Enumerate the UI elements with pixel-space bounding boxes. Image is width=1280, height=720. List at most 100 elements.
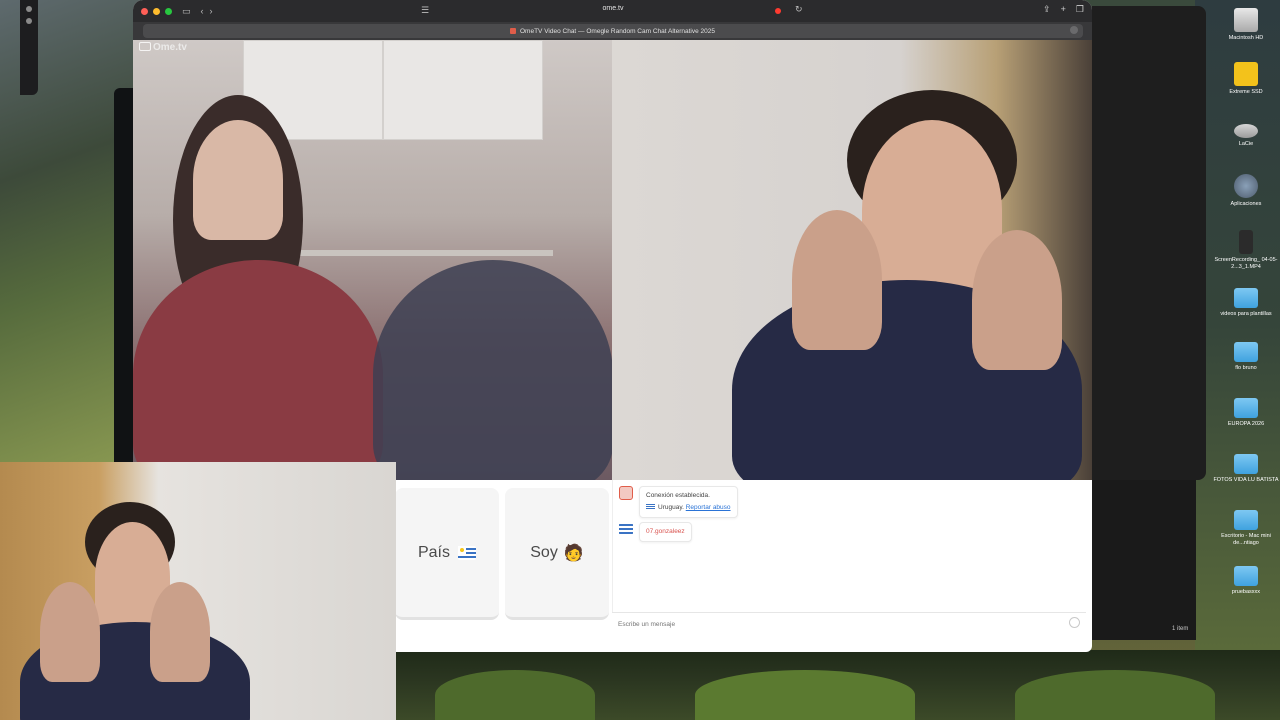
desktop-icon-label: Escritorio - Mac mini de...ntiago <box>1221 533 1271 546</box>
page-settings-icon[interactable]: ☰ <box>421 5 429 16</box>
tab-overview-icon[interactable]: ❐ <box>1076 4 1084 15</box>
video-file-icon <box>1239 230 1253 254</box>
desktop-icon-label: LaCie <box>1238 141 1254 147</box>
desktop-icon-folder[interactable]: EUROPA 2026 <box>1212 398 1280 428</box>
address-bar[interactable]: ome.tv <box>573 5 653 12</box>
video-person <box>133 260 383 480</box>
message-input[interactable] <box>612 615 1052 634</box>
video-background <box>383 40 543 140</box>
desktop-icon-label: flo bruno <box>1235 365 1257 371</box>
minimize-window-button[interactable] <box>153 7 160 15</box>
desktop-icon-label: Extreme SSD <box>1229 89 1263 95</box>
window-controls <box>141 7 172 15</box>
tab-active[interactable]: OmeTV Video Chat — Omegle Random Cam Cha… <box>142 24 1083 38</box>
desktop-icon-folder[interactable]: flo bruno <box>1212 342 1280 372</box>
desktop-icon-folder[interactable]: FOTOS VIDA LU BATISTA <box>1212 454 1280 484</box>
external-drive-icon <box>1234 124 1258 138</box>
connection-status-text: Conexión establecida. <box>646 492 710 499</box>
desktop-icon-folder[interactable]: pruebasxxx <box>1212 566 1280 596</box>
folder-icon <box>1234 398 1258 418</box>
desktop-icon-label: Macintosh HD <box>1228 35 1264 41</box>
tv-icon <box>139 42 151 51</box>
emoji-picker-icon[interactable] <box>1069 617 1080 628</box>
chat-message: 07.gonzaleez <box>619 522 692 542</box>
site-logo-text: Ome.tv <box>153 42 187 53</box>
ometv-avatar-icon <box>619 486 633 500</box>
desktop-icon-folder[interactable]: videos para plantillas <box>1212 288 1280 318</box>
tab-bar: OmeTV Video Chat — Omegle Random Cam Cha… <box>133 22 1092 40</box>
site-logo: Ome.tv <box>139 42 187 53</box>
desktop-icon-folder[interactable]: Escritorio - Mac mini de...ntiago <box>1212 510 1280 547</box>
tab-close-icon[interactable] <box>1070 26 1078 34</box>
desktop-icon-label: ScreenRecording_ 04-05-2...3_1.MP4 <box>1214 257 1278 270</box>
gender-filter-button[interactable]: Soy 🧑 <box>505 488 609 620</box>
desktop-icon-label: pruebasxxx <box>1231 589 1261 595</box>
finder-window[interactable] <box>1092 6 1206 480</box>
background-app-panel[interactable] <box>114 88 134 468</box>
desktop-icon-label: videos para plantillas <box>1220 311 1272 317</box>
webcam-overlay <box>0 462 396 720</box>
system-message: Conexión establecida. Uruguay. Reportar … <box>639 486 738 518</box>
finder-window-footer <box>1092 480 1196 640</box>
favicon-icon <box>510 28 516 34</box>
country-filter-button[interactable]: País <box>395 488 499 620</box>
video-person <box>373 260 612 480</box>
desktop-wallpaper-right <box>1195 0 1280 650</box>
forward-arrow-icon[interactable]: › <box>210 6 213 16</box>
video-person <box>40 582 100 682</box>
uruguay-flag-icon <box>646 503 655 510</box>
gender-filter-label: Soy <box>530 543 558 561</box>
uruguay-flag-icon <box>458 545 476 560</box>
chat-username: 07.gonzaleez <box>646 528 685 535</box>
background-window[interactable] <box>20 0 38 95</box>
ssd-icon <box>1234 62 1258 86</box>
window-dot <box>26 6 32 12</box>
folder-icon <box>1234 288 1258 308</box>
desktop-icon-label: FOTOS VIDA LU BATISTA <box>1213 477 1279 483</box>
window-dot <box>26 18 32 24</box>
browser-toolbar: ▭ ‹ › ☰ ome.tv ↻ ⇪ + ❐ <box>133 0 1092 22</box>
back-arrow-icon[interactable]: ‹ <box>201 6 204 16</box>
applications-icon <box>1234 174 1258 198</box>
desktop-wallpaper-bottom <box>395 650 1280 720</box>
country-filter-label: País <box>417 543 450 561</box>
share-icon[interactable]: ⇪ <box>1043 4 1051 15</box>
toolbar-right-actions: ⇪ + ❐ <box>1043 4 1084 15</box>
country-line: Uruguay. Reportar abuso <box>646 502 731 514</box>
chat-message: Conexión establecida. Uruguay. Reportar … <box>619 486 738 518</box>
finder-item-count: 1 item <box>1172 626 1189 632</box>
partner-video <box>612 40 1092 480</box>
video-person <box>193 120 283 240</box>
reload-icon[interactable]: ↻ <box>795 4 803 15</box>
desktop-icon-macintosh-hd[interactable]: Macintosh HD <box>1212 8 1280 42</box>
user-message: 07.gonzaleez <box>639 522 692 542</box>
maximize-window-button[interactable] <box>165 7 172 15</box>
video-person <box>792 210 882 350</box>
desktop-icon-aplicaciones[interactable]: Aplicaciones <box>1212 174 1280 208</box>
hard-drive-icon <box>1234 8 1258 32</box>
video-person <box>972 230 1062 370</box>
hill-shape <box>695 670 915 720</box>
person-emoji-icon: 🧑 <box>563 544 584 562</box>
chat-panel: Conexión establecida. Uruguay. Reportar … <box>612 480 1086 632</box>
folder-icon <box>1234 342 1258 362</box>
folder-icon <box>1234 510 1258 530</box>
desktop-icon-lacie[interactable]: LaCie <box>1212 124 1280 148</box>
folder-icon <box>1234 454 1258 474</box>
close-window-button[interactable] <box>141 7 148 15</box>
hill-shape <box>435 670 595 720</box>
hill-shape <box>1015 670 1215 720</box>
tab-title: OmeTV Video Chat — Omegle Random Cam Cha… <box>520 27 715 35</box>
desktop-icon-screen-recording[interactable]: ScreenRecording_ 04-05-2...3_1.MP4 <box>1212 230 1280 271</box>
sidebar-toggle-icon[interactable]: ▭ <box>182 6 191 17</box>
video-background <box>293 250 553 256</box>
video-person <box>150 582 210 682</box>
new-tab-icon[interactable]: + <box>1061 4 1066 15</box>
folder-icon <box>1234 566 1258 586</box>
desktop-icon-label: EUROPA 2026 <box>1227 421 1265 427</box>
desktop-icon-extreme-ssd[interactable]: Extreme SSD <box>1212 62 1280 96</box>
recording-indicator-icon[interactable] <box>775 8 781 14</box>
stranger-video: Ome.tv <box>133 40 612 480</box>
report-abuse-link[interactable]: Reportar abuso <box>686 504 731 511</box>
desktop-icon-label: Aplicaciones <box>1230 201 1262 207</box>
